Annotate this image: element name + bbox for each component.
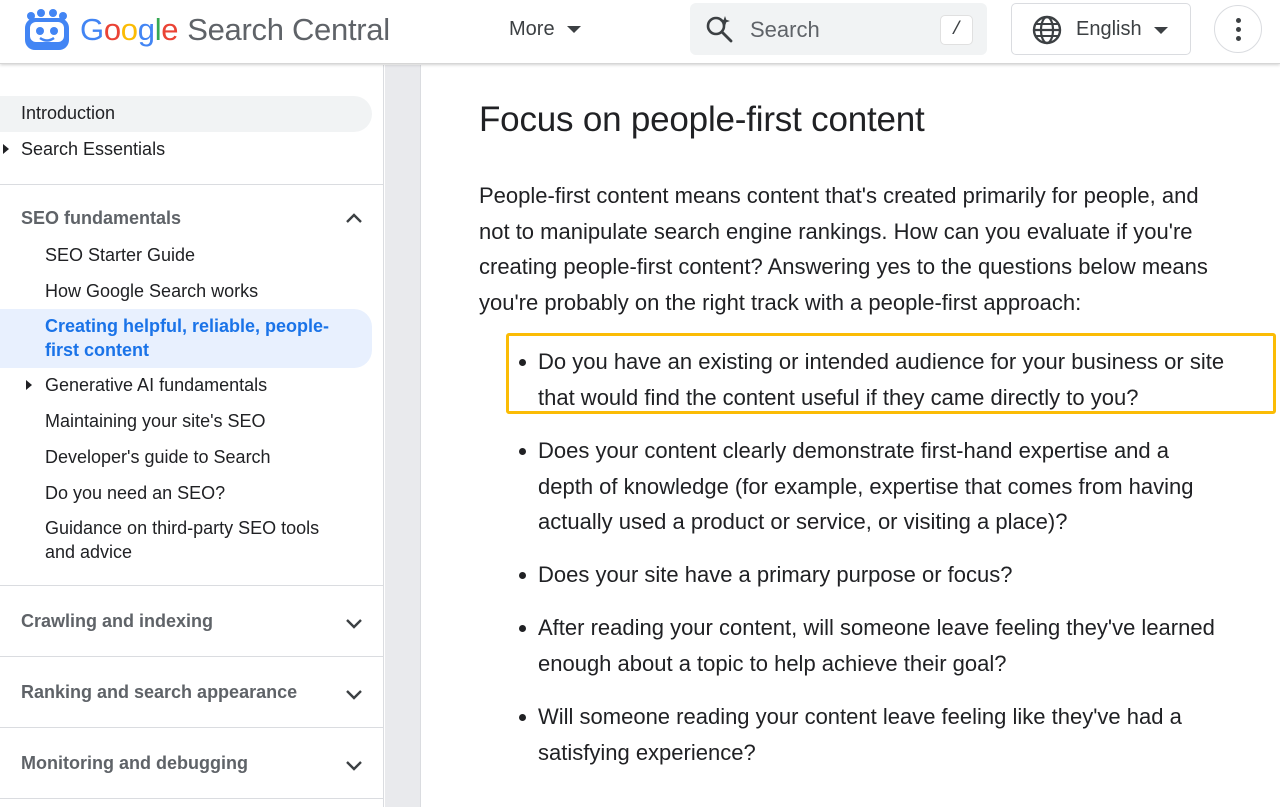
nav-section-ranking-appearance[interactable]: Ranking and search appearance bbox=[21, 682, 297, 703]
list-item-line: depth of knowledge (for example, experti… bbox=[538, 473, 1194, 499]
list-item-line: satisfying experience? bbox=[538, 739, 756, 765]
product-name: Search Central bbox=[187, 12, 390, 47]
list-item: Does your content clearly demonstrate fi… bbox=[538, 433, 1278, 540]
expand-arrow-icon[interactable] bbox=[26, 380, 32, 390]
paragraph-line: you're probably on the right track with … bbox=[479, 289, 1082, 315]
left-nav: Introduction Search Essentials SEO funda… bbox=[0, 65, 384, 807]
list-item-line: Does your content clearly demonstrate fi… bbox=[538, 438, 1169, 463]
paragraph-line: People-first content means content that'… bbox=[479, 183, 1199, 208]
list-item-line: actually used a product or service, or v… bbox=[538, 509, 1068, 534]
list-item-line: After reading your content, will someone… bbox=[538, 615, 1215, 640]
brand-letter: e bbox=[161, 12, 179, 47]
nav-item-label-line: Guidance on third-party SEO tools bbox=[45, 518, 320, 538]
brand-letter: o bbox=[103, 12, 121, 47]
more-menu-button[interactable]: More bbox=[509, 16, 581, 42]
list-item-line: enough about a topic to help achieve the… bbox=[538, 650, 1007, 676]
nav-item-people-first-content[interactable]: Creating helpful, reliable, people- firs… bbox=[45, 314, 355, 362]
bullet-dot bbox=[519, 572, 526, 579]
nav-item-label-line: and advice bbox=[45, 542, 133, 562]
nav-item-maintaining-seo[interactable]: Maintaining your site's SEO bbox=[45, 409, 266, 433]
list-item-line: Does your site have a primary purpose or… bbox=[538, 562, 1013, 587]
nav-section-monitoring-debugging[interactable]: Monitoring and debugging bbox=[21, 753, 248, 774]
nav-section-seo-fundamentals[interactable]: SEO fundamentals bbox=[21, 208, 181, 229]
paragraph-line: creating people-first content? Answering… bbox=[479, 254, 1208, 279]
bullet-dot bbox=[519, 714, 526, 721]
search-input[interactable]: Search bbox=[750, 17, 820, 43]
nav-item-seo-starter-guide[interactable]: SEO Starter Guide bbox=[45, 243, 195, 267]
nav-item-developers-guide[interactable]: Developer's guide to Search bbox=[45, 445, 271, 469]
nav-item-search-essentials[interactable]: Search Essentials bbox=[21, 137, 165, 161]
paragraph-line: not to manipulate search engine rankings… bbox=[479, 218, 1193, 244]
list-item-line: Will someone reading your content leave … bbox=[538, 704, 1182, 729]
nav-section-crawling-indexing[interactable]: Crawling and indexing bbox=[21, 611, 213, 632]
nav-divider bbox=[0, 585, 383, 586]
chevron-down-icon[interactable] bbox=[344, 613, 364, 633]
brand-letter: g bbox=[137, 12, 155, 47]
list-item: Does your site have a primary purpose or… bbox=[538, 557, 1278, 593]
nav-divider bbox=[0, 656, 383, 657]
nav-item-need-an-seo[interactable]: Do you need an SEO? bbox=[45, 481, 225, 505]
nav-divider bbox=[0, 184, 383, 185]
nav-item-label-line: Creating helpful, reliable, people- bbox=[45, 316, 330, 336]
list-item: Will someone reading your content leave … bbox=[538, 699, 1278, 770]
search-shortcut-hint: / bbox=[940, 15, 973, 45]
page-title: Focus on people-first content bbox=[479, 100, 925, 139]
article-content: Focus on people-first content People-fir… bbox=[421, 65, 1280, 807]
sidebar-resize-gutter[interactable] bbox=[385, 65, 421, 807]
bullet-dot bbox=[519, 448, 526, 455]
nav-item-generative-ai[interactable]: Generative AI fundamentals bbox=[45, 373, 267, 397]
list-item: After reading your content, will someone… bbox=[538, 610, 1278, 681]
site-brand[interactable]: Google Search Central bbox=[80, 12, 390, 48]
kebab-dot bbox=[1236, 36, 1241, 41]
search-box[interactable]: Search / bbox=[690, 3, 987, 55]
expand-arrow-icon[interactable] bbox=[3, 144, 9, 154]
nav-divider bbox=[0, 798, 383, 799]
brand-letter: o bbox=[120, 12, 138, 47]
nav-item-label-line: first content bbox=[45, 340, 150, 360]
more-label: More bbox=[509, 17, 555, 40]
globe-icon bbox=[1032, 15, 1062, 45]
top-app-bar: Google Search Central More Search / Engli… bbox=[0, 0, 1280, 64]
more-options-kebab-icon[interactable] bbox=[1214, 5, 1262, 53]
caret-down-icon bbox=[566, 25, 581, 33]
search-central-mascot-icon[interactable] bbox=[23, 8, 71, 52]
caret-down-icon bbox=[1154, 27, 1168, 34]
intro-paragraph: People-first content means content that'… bbox=[479, 178, 1279, 320]
chevron-down-icon[interactable] bbox=[344, 684, 364, 704]
search-sparkle-icon bbox=[706, 16, 733, 43]
brand-letter: G bbox=[80, 12, 104, 47]
kebab-dot bbox=[1236, 27, 1241, 32]
list-item-line: that would find the content useful if th… bbox=[538, 384, 1139, 410]
language-label: English bbox=[1076, 18, 1142, 40]
kebab-dot bbox=[1236, 18, 1241, 23]
chevron-down-icon[interactable] bbox=[344, 755, 364, 775]
list-item-line: Do you have an existing or intended audi… bbox=[538, 349, 1225, 374]
bullet-dot bbox=[519, 359, 526, 366]
language-selector[interactable]: English bbox=[1011, 3, 1191, 55]
chevron-up-icon[interactable] bbox=[344, 209, 364, 229]
list-item: Do you have an existing or intended audi… bbox=[538, 344, 1278, 415]
nav-item-how-search-works[interactable]: How Google Search works bbox=[45, 279, 258, 303]
nav-divider bbox=[0, 727, 383, 728]
nav-item-third-party-seo-tools[interactable]: Guidance on third-party SEO tools and ad… bbox=[45, 516, 355, 564]
nav-item-introduction[interactable]: Introduction bbox=[21, 101, 115, 125]
bullet-dot bbox=[519, 625, 526, 632]
